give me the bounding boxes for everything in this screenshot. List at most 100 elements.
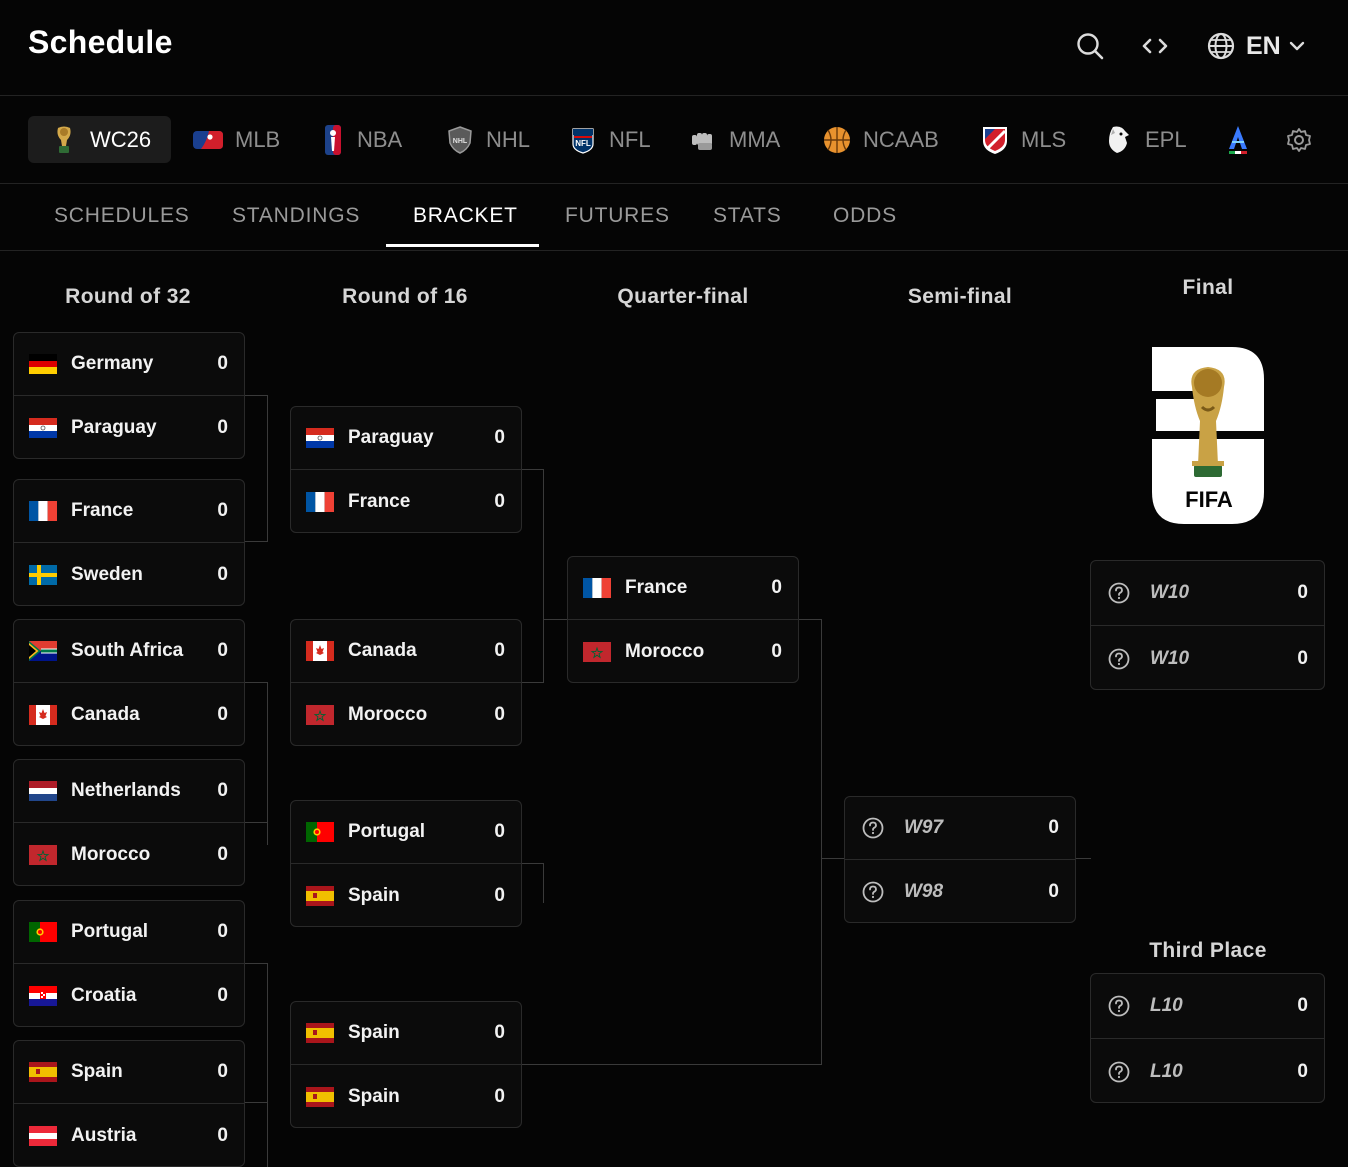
league-label: NCAAB — [863, 126, 939, 152]
flag-nl-icon — [29, 781, 57, 801]
flag-ma-icon — [29, 844, 57, 865]
team-row-w10[interactable]: W10 0 — [1091, 561, 1324, 626]
match-card: Netherlands 0 Morocco 0 — [13, 759, 245, 886]
team-row-germany[interactable]: Germany 0 — [14, 333, 244, 396]
league-tab-nfl[interactable]: NFL NFL — [569, 116, 651, 163]
round-title-third-place: Third Place — [1149, 939, 1267, 962]
team-row-south-africa[interactable]: South Africa 0 — [14, 620, 244, 683]
flag-es-icon — [306, 1023, 334, 1043]
team-name: Sweden — [71, 563, 143, 585]
team-name: Morocco — [348, 703, 428, 725]
team-row-austria[interactable]: Austria 0 — [14, 1104, 244, 1166]
settings-button[interactable] — [1286, 127, 1312, 153]
nba-logo-icon — [321, 124, 345, 155]
league-label: MLB — [235, 126, 281, 152]
team-score: 0 — [217, 703, 228, 725]
app-header: Schedule EN — [0, 0, 1348, 96]
section-tabs: SCHEDULES STANDINGS BRACKET FUTURES STAT… — [0, 184, 1348, 251]
team-row-canada[interactable]: Canada 0 — [14, 683, 244, 745]
team-score: 0 — [494, 1085, 505, 1107]
team-row-l10[interactable]: L10 0 — [1091, 1039, 1324, 1102]
team-row-france[interactable]: France 0 — [568, 557, 798, 620]
svg-text:NFL: NFL — [575, 139, 591, 148]
team-row-netherlands[interactable]: Netherlands 0 — [14, 760, 244, 823]
tab-schedules[interactable]: SCHEDULES — [54, 204, 190, 228]
flag-py-icon — [29, 417, 57, 438]
league-label: WC26 — [90, 126, 152, 152]
team-row-w97[interactable]: W97 0 — [845, 797, 1075, 860]
league-tab-mma[interactable]: MMA — [689, 116, 780, 163]
tab-futures[interactable]: FUTURES — [565, 204, 670, 228]
fifa-logo-text: FIFA — [1185, 487, 1233, 512]
round-title-final: Final — [1182, 276, 1234, 299]
league-tab-epl[interactable]: EPL — [1105, 116, 1187, 163]
team-score: 0 — [217, 416, 228, 438]
team-row-canada[interactable]: Canada 0 — [291, 620, 521, 683]
team-name: Spain — [71, 1061, 123, 1082]
question-circle-icon — [1108, 648, 1130, 669]
question-circle-icon — [1108, 995, 1130, 1017]
team-row-portugal[interactable]: Portugal 0 — [291, 801, 521, 864]
team-row-france[interactable]: France 0 — [14, 480, 244, 543]
league-tab-mlb[interactable]: MLB — [193, 116, 280, 163]
team-score: 0 — [494, 427, 505, 448]
team-row-spain[interactable]: Spain 0 — [14, 1041, 244, 1104]
team-score: 0 — [217, 843, 228, 865]
tab-stats[interactable]: STATS — [713, 204, 782, 228]
search-button[interactable] — [1075, 28, 1105, 64]
team-row-croatia[interactable]: Croatia 0 — [14, 964, 244, 1026]
language-selector[interactable]: EN — [1206, 28, 1307, 64]
team-row-spain[interactable]: Spain 0 — [291, 1002, 521, 1065]
team-row-morocco[interactable]: Morocco 0 — [291, 683, 521, 745]
team-row-paraguay[interactable]: Paraguay 0 — [291, 407, 521, 470]
team-row-sweden[interactable]: Sweden 0 — [14, 543, 244, 605]
team-row-spain[interactable]: Spain 0 — [291, 864, 521, 926]
team-row-france[interactable]: France 0 — [291, 470, 521, 532]
world-cup-2026-logo: FIFA — [1152, 347, 1266, 524]
league-tab-ncaab[interactable]: NCAAB — [823, 116, 939, 163]
serie-a-logo-icon — [1224, 125, 1252, 155]
team-score: 0 — [1297, 995, 1308, 1016]
question-circle-icon — [1108, 1061, 1130, 1082]
search-icon — [1077, 33, 1104, 60]
team-name: Austria — [71, 1124, 137, 1146]
league-tab-serie-a[interactable] — [1224, 116, 1264, 163]
team-score: 0 — [217, 1061, 228, 1082]
league-tab-mls[interactable]: MLS — [981, 116, 1066, 163]
league-tab-nba[interactable]: NBA — [321, 116, 402, 163]
team-row-portugal[interactable]: Portugal 0 — [14, 901, 244, 964]
team-score: 0 — [1297, 647, 1308, 669]
match-card: W97 0 W98 0 — [844, 796, 1076, 923]
match-card: South Africa 0 Canada 0 — [13, 619, 245, 746]
team-score: 0 — [1297, 1060, 1308, 1082]
tab-odds[interactable]: ODDS — [833, 204, 897, 228]
globe-icon — [1207, 32, 1235, 60]
tab-standings[interactable]: STANDINGS — [232, 204, 360, 228]
team-score: 0 — [217, 984, 228, 1006]
embed-code-button[interactable] — [1140, 28, 1170, 64]
match-card: France 0 Sweden 0 — [13, 479, 245, 606]
team-row-w98[interactable]: W98 0 — [845, 860, 1075, 922]
tab-bracket[interactable]: BRACKET — [413, 204, 518, 228]
team-score: 0 — [217, 563, 228, 585]
league-label: EPL — [1145, 126, 1187, 152]
round-title-r32: Round of 32 — [65, 285, 191, 308]
team-row-paraguay[interactable]: Paraguay 0 — [14, 396, 244, 458]
flag-de-icon — [29, 354, 57, 374]
team-score: 0 — [217, 921, 228, 942]
flag-py-icon — [306, 428, 334, 448]
league-tab-nhl[interactable]: NHL NHL — [446, 116, 530, 163]
flag-pt-icon — [306, 822, 334, 842]
team-row-l10[interactable]: L10 0 — [1091, 974, 1324, 1039]
team-row-spain[interactable]: Spain 0 — [291, 1065, 521, 1127]
league-tab-wc26[interactable]: WC26 — [28, 116, 171, 163]
match-card: France 0 Morocco 0 — [567, 556, 799, 683]
nfl-logo-icon: NFL — [569, 125, 597, 155]
team-score: 0 — [217, 640, 228, 661]
league-label: NHL — [486, 126, 531, 152]
team-row-w10[interactable]: W10 0 — [1091, 626, 1324, 689]
flag-hr-icon — [29, 985, 57, 1006]
team-name: South Africa — [71, 640, 184, 661]
team-row-morocco[interactable]: Morocco 0 — [568, 620, 798, 682]
team-row-morocco[interactable]: Morocco 0 — [14, 823, 244, 885]
